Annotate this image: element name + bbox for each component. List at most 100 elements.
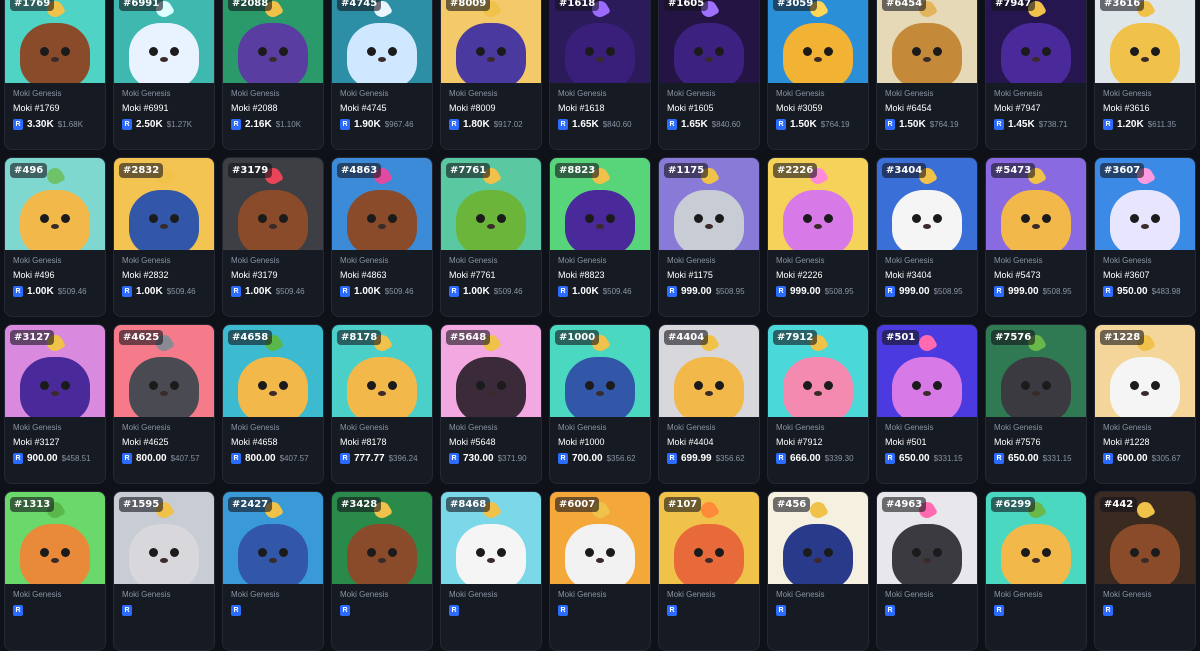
price-amount: 2.50K — [136, 119, 163, 130]
nft-card[interactable]: #8009 Moki Genesis Moki #8009 R 1.80K $917.02 — [440, 0, 542, 150]
ron-currency-icon: R — [885, 453, 895, 464]
nft-name: Moki #1228 — [1103, 437, 1150, 447]
nft-card[interactable]: #4658 Moki Genesis Moki #4658 R 800.00 $407.5… — [222, 324, 324, 484]
nft-card[interactable]: #4863 Moki Genesis Moki #4863 R 1.00K $509.46 — [331, 157, 433, 317]
price-usd: $458.51 — [61, 454, 91, 463]
nft-card[interactable]: #2832 Moki Genesis Moki #2832 R 1.00K $509.46 — [113, 157, 215, 317]
nft-image: #7761 — [441, 158, 541, 250]
nft-card[interactable]: #8468 Moki Genesis R — [440, 491, 542, 651]
price-usd: $483.98 — [1151, 287, 1181, 296]
nft-card[interactable]: #6454 Moki Genesis Moki #6454 R 1.50K $764.19 — [876, 0, 978, 150]
price-usd: $331.15 — [1042, 454, 1072, 463]
nft-card[interactable]: #3059 Moki Genesis Moki #3059 R 1.50K $764.19 — [767, 0, 869, 150]
price-usd: $764.19 — [929, 120, 959, 129]
price-amount: 1.00K — [463, 286, 490, 297]
nft-name: Moki #3607 — [1103, 270, 1150, 280]
card-info: Moki Genesis Moki #8823 R 1.00K $509.46 — [550, 250, 650, 297]
nft-card[interactable]: #7576 Moki Genesis Moki #7576 R 650.00 $331.1… — [985, 324, 1087, 484]
nft-image: #4404 — [659, 325, 759, 417]
collection-name: Moki Genesis — [1103, 89, 1152, 98]
nft-card[interactable]: #1605 Moki Genesis Moki #1605 R 1.65K $840.60 — [658, 0, 760, 150]
price-usd: $371.90 — [497, 454, 527, 463]
price-amount: 1.90K — [354, 119, 381, 130]
nft-card[interactable]: #5648 Moki Genesis Moki #5648 R 730.00 $371.9… — [440, 324, 542, 484]
price-row: R — [667, 605, 751, 616]
nft-card[interactable]: #3607 Moki Genesis Moki #3607 R 950.00 $483.9… — [1094, 157, 1196, 317]
nft-image: #1605 — [659, 0, 759, 83]
nft-card[interactable]: #6299 Moki Genesis R — [985, 491, 1087, 651]
moki-character-icon — [565, 23, 635, 83]
moki-character-icon — [238, 524, 308, 584]
nft-card[interactable]: #5473 Moki Genesis Moki #5473 R 999.00 $508.9… — [985, 157, 1087, 317]
nft-card[interactable]: #501 Moki Genesis Moki #501 R 650.00 $331.15 — [876, 324, 978, 484]
token-id-badge: #442 — [1100, 497, 1138, 512]
price-amount: 777.77 — [354, 453, 385, 464]
card-info: Moki Genesis R — [114, 584, 214, 616]
nft-card[interactable]: #456 Moki Genesis R — [767, 491, 869, 651]
nft-image: #6991 — [114, 0, 214, 83]
nft-image: #4658 — [223, 325, 323, 417]
nft-card[interactable]: #7947 Moki Genesis Moki #7947 R 1.45K $738.71 — [985, 0, 1087, 150]
nft-card[interactable]: #8178 Moki Genesis Moki #8178 R 777.77 $396.2… — [331, 324, 433, 484]
price-row: R 1.00K $509.46 — [231, 286, 315, 297]
nft-card[interactable]: #3127 Moki Genesis Moki #3127 R 900.00 $458.5… — [4, 324, 106, 484]
nft-card[interactable]: #1595 Moki Genesis R — [113, 491, 215, 651]
nft-card[interactable]: #1175 Moki Genesis Moki #1175 R 999.00 $508.9… — [658, 157, 760, 317]
nft-name: Moki #4625 — [122, 437, 169, 447]
ron-currency-icon: R — [994, 605, 1004, 616]
moki-character-icon — [892, 190, 962, 250]
nft-card[interactable]: #2088 Moki Genesis Moki #2088 R 2.16K $1.10K — [222, 0, 324, 150]
nft-card[interactable]: #4745 Moki Genesis Moki #4745 R 1.90K $967.46 — [331, 0, 433, 150]
token-id-badge: #4745 — [337, 0, 382, 11]
card-info: Moki Genesis Moki #3127 R 900.00 $458.51 — [5, 417, 105, 464]
price-amount: 650.00 — [899, 453, 930, 464]
price-amount: 999.00 — [790, 286, 821, 297]
moki-character-icon — [129, 357, 199, 417]
nft-card[interactable]: #3428 Moki Genesis R — [331, 491, 433, 651]
nft-card[interactable]: #496 Moki Genesis Moki #496 R 1.00K $509.46 — [4, 157, 106, 317]
price-amount: 999.00 — [899, 286, 930, 297]
price-row: R — [449, 605, 533, 616]
nft-card[interactable]: #107 Moki Genesis R — [658, 491, 760, 651]
card-info: Moki Genesis Moki #2226 R 999.00 $508.95 — [768, 250, 868, 297]
nft-grid: #1769 Moki Genesis Moki #1769 R 3.30K $1.68K #… — [0, 0, 1200, 651]
collection-name: Moki Genesis — [340, 590, 389, 599]
nft-card[interactable]: #1618 Moki Genesis Moki #1618 R 1.65K $840.60 — [549, 0, 651, 150]
nft-card[interactable]: #1769 Moki Genesis Moki #1769 R 3.30K $1.68K — [4, 0, 106, 150]
nft-card[interactable]: #442 Moki Genesis R — [1094, 491, 1196, 651]
nft-card[interactable]: #7761 Moki Genesis Moki #7761 R 1.00K $509.46 — [440, 157, 542, 317]
nft-card[interactable]: #1313 Moki Genesis R — [4, 491, 106, 651]
nft-card[interactable]: #2226 Moki Genesis Moki #2226 R 999.00 $508.9… — [767, 157, 869, 317]
card-info: Moki Genesis R — [550, 584, 650, 616]
token-id-badge: #3607 — [1100, 163, 1145, 178]
collection-name: Moki Genesis — [885, 423, 934, 432]
price-amount: 1.20K — [1117, 119, 1144, 130]
moki-character-icon — [565, 357, 635, 417]
card-info: Moki Genesis R — [441, 584, 541, 616]
price-usd: $407.57 — [279, 454, 309, 463]
token-id-badge: #4863 — [337, 163, 382, 178]
nft-card[interactable]: #6991 Moki Genesis Moki #6991 R 2.50K $1.27K — [113, 0, 215, 150]
nft-card[interactable]: #3179 Moki Genesis Moki #3179 R 1.00K $509.46 — [222, 157, 324, 317]
nft-card[interactable]: #3616 Moki Genesis Moki #3616 R 1.20K $611.35 — [1094, 0, 1196, 150]
nft-name: Moki #2226 — [776, 270, 823, 280]
nft-card[interactable]: #7912 Moki Genesis Moki #7912 R 666.00 $339.3… — [767, 324, 869, 484]
nft-card[interactable]: #1228 Moki Genesis Moki #1228 R 600.00 $305.6… — [1094, 324, 1196, 484]
tuft-icon — [916, 332, 938, 354]
nft-card[interactable]: #4404 Moki Genesis Moki #4404 R 699.99 $356.6… — [658, 324, 760, 484]
collection-name: Moki Genesis — [776, 590, 825, 599]
nft-card[interactable]: #8823 Moki Genesis Moki #8823 R 1.00K $509.46 — [549, 157, 651, 317]
nft-card[interactable]: #4963 Moki Genesis R — [876, 491, 978, 651]
nft-card[interactable]: #1000 Moki Genesis Moki #1000 R 700.00 $356.6… — [549, 324, 651, 484]
moki-character-icon — [1110, 524, 1180, 584]
nft-image: #6007 — [550, 492, 650, 584]
price-row: R 1.00K $509.46 — [558, 286, 642, 297]
nft-card[interactable]: #4625 Moki Genesis Moki #4625 R 800.00 $407.5… — [113, 324, 215, 484]
price-amount: 1.00K — [354, 286, 381, 297]
price-row: R — [122, 605, 206, 616]
nft-card[interactable]: #6007 Moki Genesis R — [549, 491, 651, 651]
nft-card[interactable]: #2427 Moki Genesis R — [222, 491, 324, 651]
nft-card[interactable]: #3404 Moki Genesis Moki #3404 R 999.00 $508.9… — [876, 157, 978, 317]
price-amount: 1.00K — [27, 286, 54, 297]
price-row: R — [558, 605, 642, 616]
